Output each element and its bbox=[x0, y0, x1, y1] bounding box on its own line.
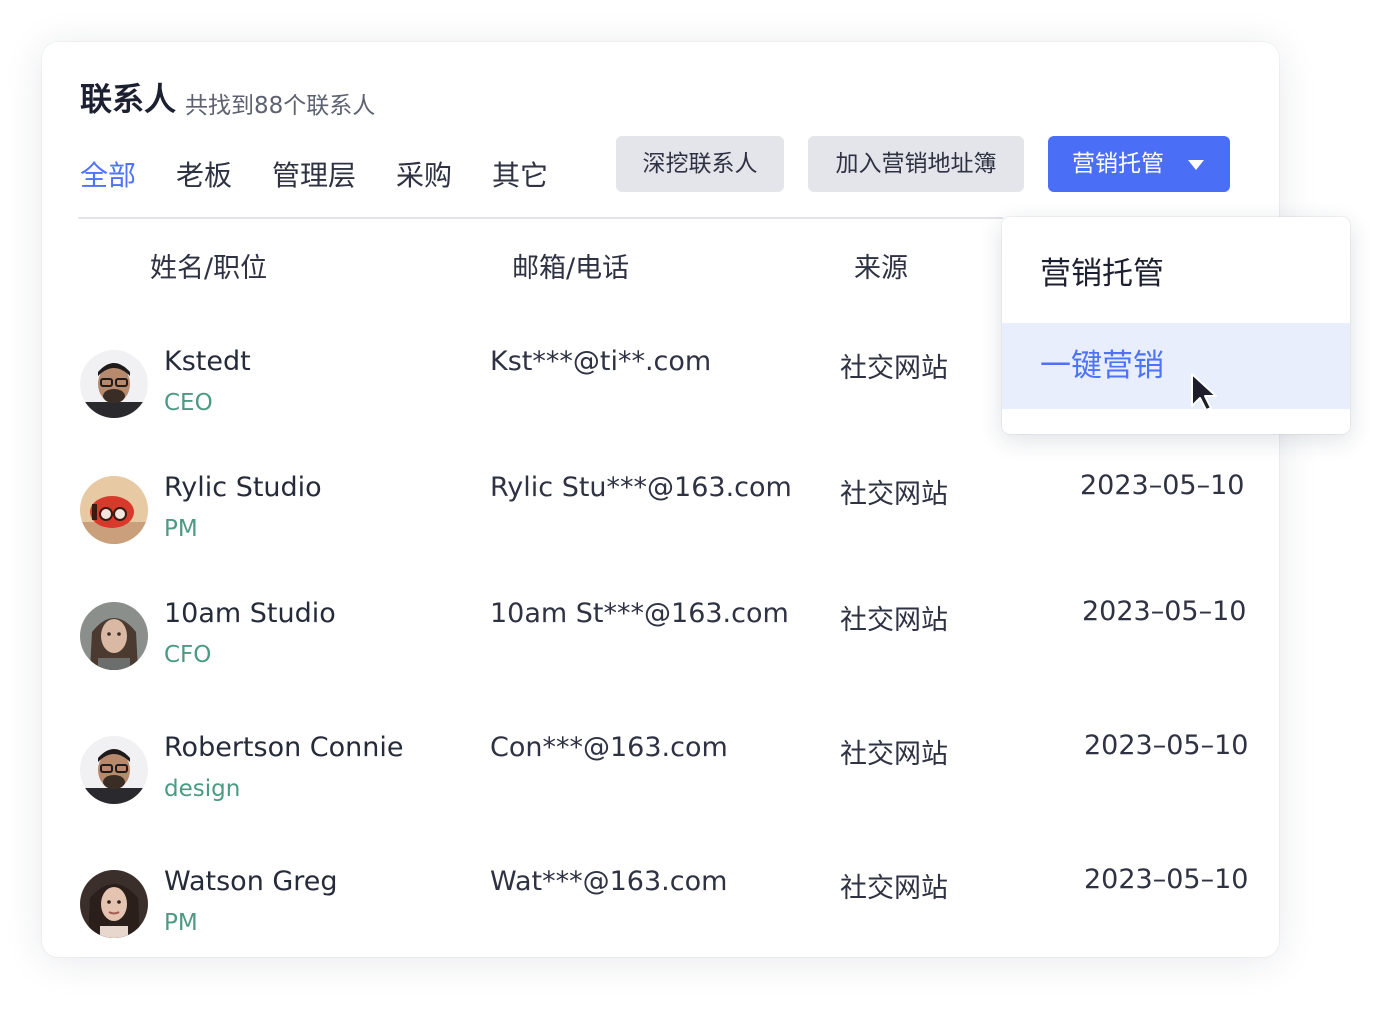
contact-email: Wat***@163.com bbox=[490, 866, 728, 897]
contact-source: 社交网站 bbox=[840, 353, 948, 384]
contact-source: 社交网站 bbox=[840, 605, 948, 636]
contact-name: Watson Greg bbox=[164, 866, 338, 897]
marketing-hosting-label: 营销托管 bbox=[1072, 151, 1164, 177]
contact-role: PM bbox=[164, 910, 198, 936]
avatar bbox=[80, 476, 148, 544]
contact-date: 2023–05–10 bbox=[1082, 596, 1247, 627]
page-title: 联系人 bbox=[80, 80, 177, 118]
contact-count: 共找到88个联系人 bbox=[185, 93, 376, 119]
contact-email: Con***@163.com bbox=[490, 732, 728, 763]
contact-email: 10am St***@163.com bbox=[490, 598, 789, 629]
contact-role: design bbox=[164, 776, 241, 802]
contact-source: 社交网站 bbox=[840, 479, 948, 510]
contact-name: Kstedt bbox=[164, 346, 251, 377]
avatar bbox=[80, 870, 148, 938]
contact-role: PM bbox=[164, 516, 198, 542]
avatar bbox=[80, 350, 148, 418]
contact-date: 2023–05–10 bbox=[1080, 470, 1245, 501]
contact-role: CEO bbox=[164, 390, 213, 416]
contact-name: 10am Studio bbox=[164, 598, 336, 629]
column-header-name-title: 姓名/职位 bbox=[150, 253, 268, 284]
contact-email: Kst***@ti**.com bbox=[490, 346, 712, 377]
mouse-pointer-icon bbox=[1190, 372, 1226, 416]
column-header-email-phone: 邮箱/电话 bbox=[512, 253, 630, 284]
table-row[interactable]: Rylic Studio PM Rylic Stu***@163.com 社交网… bbox=[42, 470, 1279, 586]
tab-purchasing[interactable]: 采购 bbox=[396, 154, 452, 194]
contact-email: Rylic Stu***@163.com bbox=[490, 472, 792, 503]
tab-all[interactable]: 全部 bbox=[80, 154, 136, 194]
marketing-hosting-button[interactable]: 营销托管 bbox=[1048, 136, 1230, 192]
marketing-dropdown-menu: 营销托管 一键营销 bbox=[1002, 217, 1350, 434]
contact-name: Robertson Connie bbox=[164, 732, 404, 763]
table-row[interactable]: 10am Studio CFO 10am St***@163.com 社交网站 … bbox=[42, 596, 1279, 712]
avatar bbox=[80, 736, 148, 804]
contact-name: Rylic Studio bbox=[164, 472, 322, 503]
caret-down-icon bbox=[1188, 160, 1204, 170]
contact-date: 2023–05–10 bbox=[1084, 864, 1249, 895]
table-row[interactable]: Robertson Connie design Con***@163.com 社… bbox=[42, 730, 1279, 846]
tabs-divider bbox=[78, 217, 1003, 219]
menu-item-one-click-marketing[interactable]: 一键营销 bbox=[1002, 323, 1350, 409]
contact-source: 社交网站 bbox=[840, 873, 948, 904]
contact-date: 2023–05–10 bbox=[1084, 730, 1249, 761]
add-to-marketing-address-book-button[interactable]: 加入营销地址簿 bbox=[808, 136, 1024, 192]
deep-mine-contacts-button[interactable]: 深挖联系人 bbox=[616, 136, 784, 192]
contact-role: CFO bbox=[164, 642, 212, 668]
tab-management[interactable]: 管理层 bbox=[272, 154, 356, 194]
tab-other[interactable]: 其它 bbox=[492, 154, 548, 194]
avatar bbox=[80, 602, 148, 670]
column-header-source: 来源 bbox=[854, 253, 908, 284]
tab-boss[interactable]: 老板 bbox=[176, 154, 232, 194]
contact-source: 社交网站 bbox=[840, 739, 948, 770]
menu-item-marketing-hosting[interactable]: 营销托管 bbox=[1002, 231, 1350, 317]
table-row[interactable]: Watson Greg PM Wat***@163.com 社交网站 2023–… bbox=[42, 864, 1279, 957]
contacts-card: 联系人 共找到88个联系人 全部 老板 管理层 采购 其它 深挖联系人 加入营销… bbox=[42, 42, 1279, 957]
